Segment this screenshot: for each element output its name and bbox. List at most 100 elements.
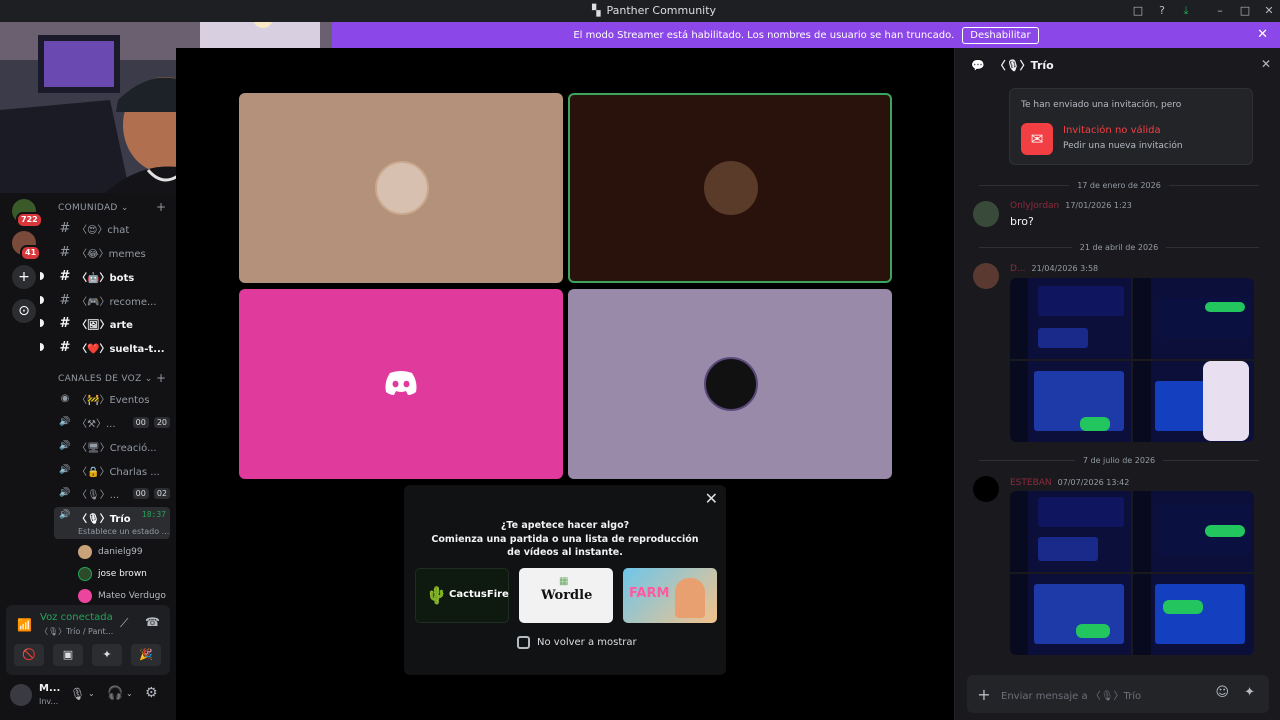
add-voice-channel-icon[interactable]: + [156, 371, 166, 385]
voice-channel-charlas[interactable]: 🔊 〈🔒〉Charlas ... [54, 460, 170, 480]
disable-streamer-button[interactable]: Deshabilitar [962, 26, 1039, 44]
attachment-image[interactable] [1133, 361, 1254, 442]
voice-channel-creacion[interactable]: 🔊 〈🖥〉Creació... [54, 436, 170, 456]
avatar [78, 567, 92, 581]
attachment-image[interactable] [1010, 491, 1131, 572]
user-status: Inv... [39, 697, 59, 706]
voice-member[interactable]: danielg99 [78, 545, 143, 559]
camera-off-button[interactable]: 🚫 [14, 644, 44, 666]
noise-suppression-icon[interactable]: ⟋ [120, 616, 128, 631]
voice-channel-2[interactable]: 🔊 〈⚒〉... 00 20 [54, 412, 170, 432]
close-banner-icon[interactable]: ✕ [1257, 27, 1268, 42]
close-popup-icon[interactable]: ✕ [705, 489, 718, 508]
add-channel-icon[interactable]: + [156, 200, 166, 214]
soundboard-button[interactable]: 🎉 [131, 644, 161, 666]
participant-tile-2-speaking[interactable] [568, 93, 892, 283]
window-title-text: Panther Community [606, 4, 717, 17]
category-comunidad[interactable]: COMUNIDAD ⌄ [58, 203, 129, 213]
emoji-icon[interactable]: ☺ [1215, 685, 1229, 700]
apps-icon[interactable]: ✦ [1244, 685, 1255, 700]
add-attachment-icon[interactable]: + [967, 685, 1001, 704]
avatar [78, 545, 92, 559]
microphone-icon[interactable]: 🎙 [70, 687, 85, 701]
channel-label: 〈🔒〉Charlas ... [77, 466, 160, 478]
voice-member[interactable]: jose brown [78, 567, 147, 581]
user-name: M... [39, 683, 61, 694]
hash-icon: # [59, 244, 71, 260]
close-chat-icon[interactable]: ✕ [1261, 57, 1271, 71]
channel-status[interactable]: Establece un estado ... [78, 527, 169, 536]
headphones-icon[interactable]: 🎧 [107, 686, 123, 701]
category-canales-de-voz[interactable]: CANALES DE VOZ ⌄ [58, 374, 153, 384]
channel-memes[interactable]: # 〈😂〉memes [54, 242, 170, 262]
server-icon: ▚ [592, 4, 601, 17]
maximize-button[interactable]: □ [1237, 3, 1253, 19]
disconnect-icon[interactable]: ☎ [145, 615, 160, 629]
download-icon[interactable]: ⤓ [1178, 3, 1194, 19]
channel-label: 〈⚒〉... [77, 418, 116, 430]
checkbox[interactable] [517, 636, 530, 649]
close-window-button[interactable]: ✕ [1261, 3, 1277, 19]
user-avatar[interactable] [10, 684, 32, 706]
message-input-placeholder[interactable]: Enviar mensaje a 〈🎙〉Trío [1001, 687, 1141, 702]
speaker-active-icon: 🔊 [59, 510, 71, 520]
channel-chat[interactable]: # 〈😍〉chat [54, 218, 170, 238]
chevron-down-icon[interactable]: ⌄ [88, 689, 95, 698]
minimize-button[interactable]: – [1212, 3, 1228, 19]
author-name[interactable]: ESTEBAN [1010, 478, 1052, 488]
voice-channel-eventos[interactable]: ◉ 〈🚧〉Eventos [54, 388, 170, 408]
participant-avatar [375, 161, 429, 215]
speaker-icon: 🔊 [59, 441, 71, 451]
settings-gear-icon[interactable]: ⚙ [145, 685, 158, 701]
checkbox-label: No volver a mostrar [537, 637, 637, 648]
voice-member[interactable]: Mateo Verdugo [78, 589, 166, 603]
message-composer[interactable]: + Enviar mensaje a 〈🎙〉Trío ☺ ✦ [967, 675, 1269, 713]
dont-show-again[interactable]: No volver a mostrar [517, 636, 637, 649]
participant-tile-3[interactable] [239, 289, 563, 479]
message-text: bro? [1010, 215, 1034, 228]
channel-bots[interactable]: # 〈🤖〉bots [54, 266, 170, 286]
help-icon[interactable]: ? [1154, 3, 1170, 19]
discover-icon[interactable]: ⊙ [12, 299, 36, 323]
attachment-image[interactable] [1133, 278, 1254, 359]
author-name[interactable]: OnlyJordan [1010, 201, 1059, 211]
add-server-button[interactable]: + [12, 265, 36, 289]
avatar[interactable] [973, 476, 999, 502]
popup-body: Comienza una partida o una lista de repr… [431, 534, 699, 558]
author-name[interactable]: D... [1010, 264, 1026, 274]
avatar[interactable] [973, 201, 999, 227]
attachment-image[interactable] [1010, 278, 1131, 359]
attachment-image[interactable] [1010, 574, 1131, 655]
attachment-image[interactable] [1133, 491, 1254, 572]
participant-tile-4[interactable] [568, 289, 892, 479]
date-divider: 17 de enero de 2026 [971, 179, 1267, 191]
avatar[interactable] [973, 263, 999, 289]
chevron-down-icon[interactable]: ⌄ [126, 689, 133, 698]
inbox-icon[interactable]: □ [1130, 3, 1146, 19]
timestamp: 17/01/2026 1:23 [1065, 201, 1132, 210]
hash-icon: # [59, 315, 71, 331]
game-wordle[interactable]: ▦ Wordle [519, 568, 613, 623]
voice-channel-5[interactable]: 🔊 〈🎙〉... 00 02 [54, 483, 170, 503]
channel-label: 〈😂〉memes [77, 248, 146, 260]
invalid-invite-card: Te han enviado una invitación, pero ✉ In… [1009, 88, 1253, 165]
attachment-image[interactable] [1010, 361, 1131, 442]
server-badge-2: 41 [20, 245, 42, 261]
hash-icon: # [59, 339, 71, 355]
share-screen-button[interactable]: ▣ [53, 644, 83, 666]
participant-tile-1[interactable] [239, 93, 563, 283]
channel-suelta[interactable]: # 〈❤️〉suelta-t... [54, 337, 170, 357]
streamer-banner-text: El modo Streamer está habilitado. Los no… [573, 29, 955, 41]
connection-icon[interactable]: 📶 [17, 618, 32, 632]
game-farm[interactable]: FARM [623, 568, 717, 623]
message-header: OnlyJordan 17/01/2026 1:23 [1010, 201, 1132, 211]
channel-recomendaciones[interactable]: # 〈🎮〉recome... [54, 290, 170, 310]
timestamp: 21/04/2026 3:58 [1031, 264, 1099, 273]
channel-arte[interactable]: # 〈🖼〉arte [54, 313, 170, 333]
image-attachments [1010, 278, 1254, 442]
attachment-image[interactable] [1133, 574, 1254, 655]
voice-connected-panel: 📶 Voz conectada 〈🎙〉Trío / Pant... ⟋ ☎ 🚫 … [6, 605, 170, 675]
envelope-icon: ✉ [1021, 123, 1053, 155]
activities-button[interactable]: ✦ [92, 644, 122, 666]
game-cactusfire[interactable]: 🌵 CactusFire [415, 568, 509, 623]
